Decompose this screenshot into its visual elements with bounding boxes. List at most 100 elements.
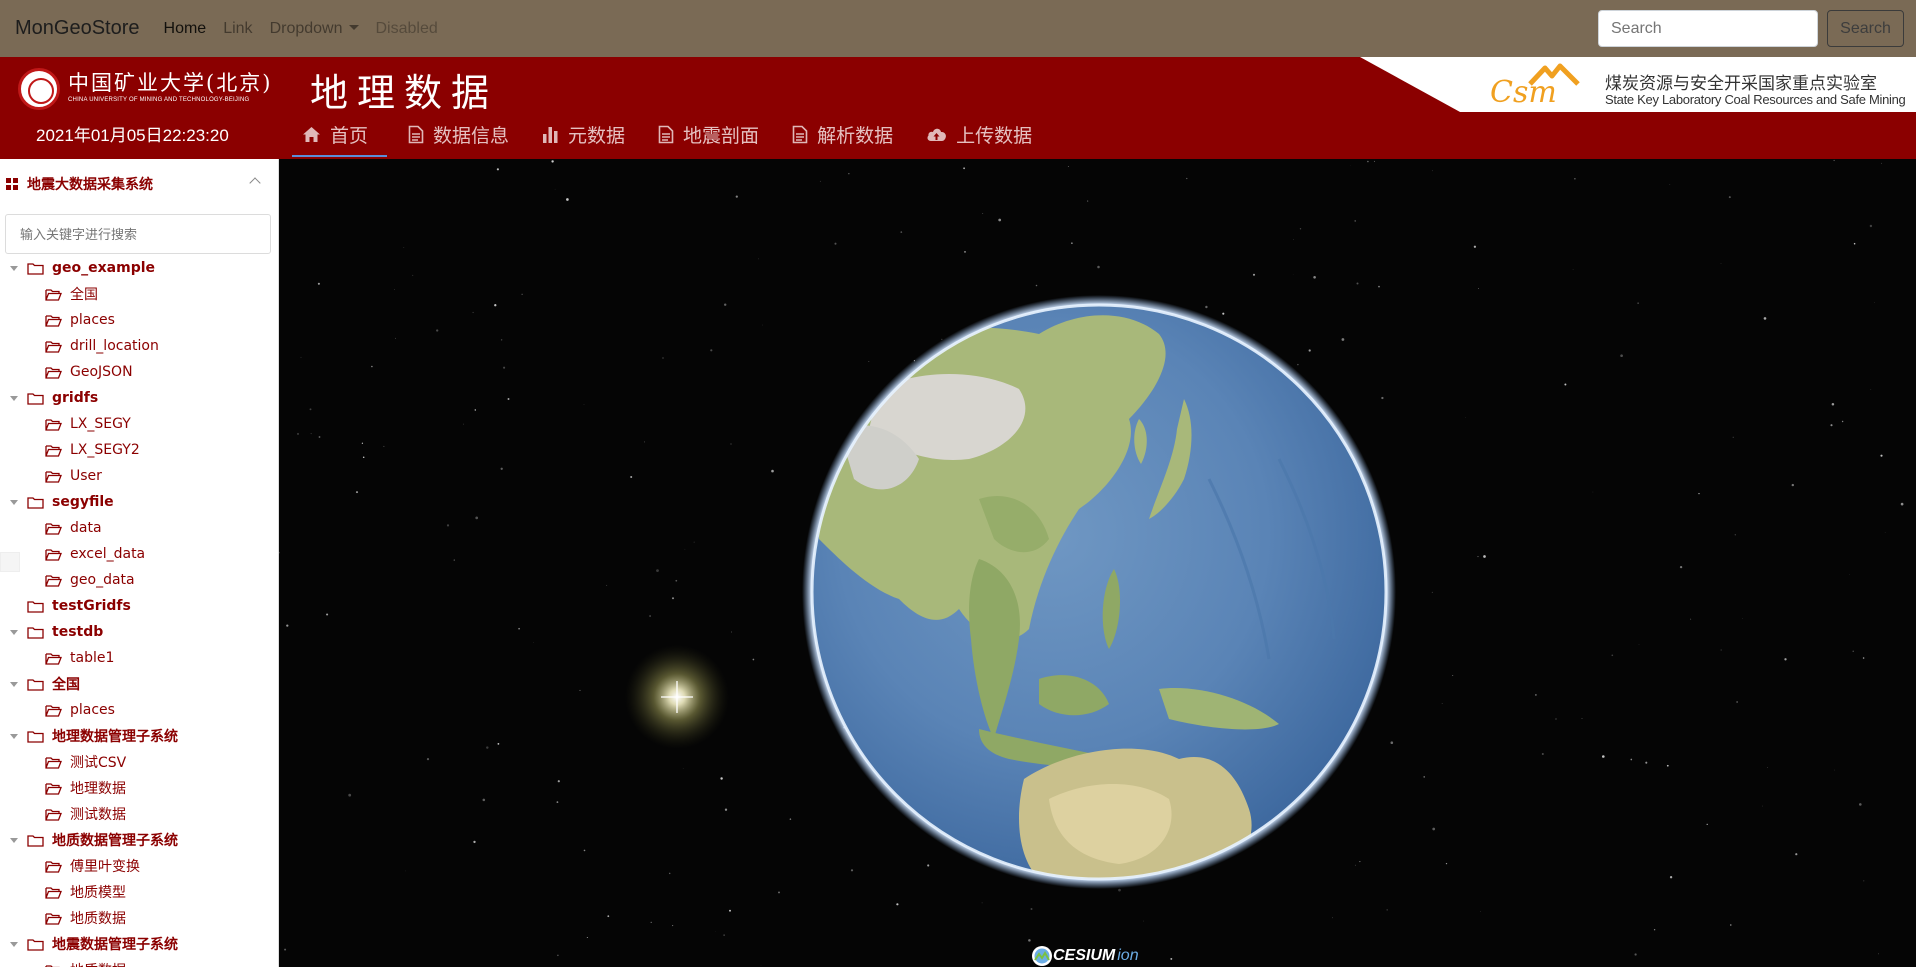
brand-logo[interactable]: MonGeoStore [15,17,140,40]
tree-node-database[interactable]: 地理数据管理子系统 [0,723,278,749]
tree-node-collection[interactable]: data [0,515,278,541]
university-emblem-icon [18,68,60,110]
tree-node-collection[interactable]: places [0,697,278,723]
tree-node-collection[interactable]: 地质模型 [0,879,278,905]
tab-metadata[interactable]: 元数据 [530,113,637,155]
folder-open-icon [45,886,62,899]
tree-node-database[interactable]: 全国 [0,671,278,697]
folder-icon [27,600,44,613]
tree-node-database[interactable]: gridfs [0,385,278,411]
tree-node-collection[interactable]: GeoJSON [0,359,278,385]
university-logo: 中国矿业大学(北京) CHINA UNIVERSITY OF MINING AN… [18,65,270,113]
caret-down-icon[interactable] [10,941,18,947]
folder-icon [27,392,44,405]
tree-node-collection[interactable]: 测试数据 [0,801,278,827]
tree-node-collection[interactable]: 地理数据 [0,775,278,801]
folder-open-icon [45,548,62,561]
nav-home-link[interactable]: Home [164,20,207,38]
lab-name-english: State Key Laboratory Coal Resources and … [1605,92,1906,107]
tree-node-collection[interactable]: drill_location [0,333,278,359]
folder-icon [27,496,44,509]
cesium-globe-viewer[interactable]: CESIUM ion [279,159,1916,967]
tab-parsed-data-label: 解析数据 [817,124,894,147]
sidebar-header[interactable]: 地震大数据采集系统 [0,159,278,209]
folder-open-icon [45,652,62,665]
tree-node-collection[interactable]: 全国 [0,281,278,307]
tree-node-label: 地质数据 [70,911,126,927]
folder-open-icon [45,756,62,769]
tree-node-database[interactable]: segyfile [0,489,278,515]
tree-node-collection[interactable]: 地质数据 [0,905,278,931]
lab-name-chinese: 煤炭资源与安全开采国家重点实验室 [1605,74,1877,94]
caret-down-icon[interactable] [10,733,18,739]
caret-down-icon[interactable] [10,681,18,687]
site-header: 中国矿业大学(北京) CHINA UNIVERSITY OF MINING AN… [0,57,1916,159]
university-subtitle: CHINA UNIVERSITY OF MINING AND TECHNOLOG… [68,97,250,103]
tree-node-label: drill_location [70,338,159,354]
tree-node-label: table1 [70,650,115,666]
tree-search-input[interactable] [5,214,271,254]
cloud-upload-icon [927,128,947,141]
caret-down-icon[interactable] [10,395,18,401]
tree-node-collection[interactable]: User [0,463,278,489]
tree-node-label: 测试数据 [70,807,126,823]
folder-open-icon [45,574,62,587]
tree-node-label: gridfs [52,390,99,406]
tree-node-collection[interactable]: geo_data [0,567,278,593]
navbar-search-input[interactable] [1598,10,1818,47]
folder-open-icon [45,522,62,535]
tree-node-label: LX_SEGY2 [70,442,140,458]
tree-node-database[interactable]: 地质数据管理子系统 [0,827,278,853]
caret-down-icon [348,24,359,30]
tab-seismic-profile[interactable]: 地震剖面 [646,113,771,155]
tab-upload-data-label: 上传数据 [956,124,1033,147]
tree-node-collection[interactable]: LX_SEGY [0,411,278,437]
tab-upload-data[interactable]: 上传数据 [914,113,1044,155]
navbar-search-button[interactable]: Search [1827,10,1904,47]
tree-node-label: LX_SEGY [70,416,131,432]
tree-node-collection[interactable]: places [0,307,278,333]
sidebar-resize-handle[interactable] [0,552,20,572]
caret-down-icon[interactable] [10,265,18,271]
document-icon [408,125,424,143]
tree-node-label: GeoJSON [70,364,133,380]
folder-icon [27,938,44,951]
folder-open-icon [45,912,62,925]
tree-node-collection[interactable]: 地质数据 [0,957,278,967]
tree-node-collection[interactable]: table1 [0,645,278,671]
tree-node-label: testdb [52,624,104,640]
nav-link-link[interactable]: Link [223,20,252,38]
cesium-brand-text: CESIUM [1053,947,1116,964]
tab-home-label: 首页 [330,124,369,147]
tab-data-info[interactable]: 数据信息 [396,113,521,155]
tree-node-database[interactable]: testGridfs [0,593,278,619]
tab-data-info-label: 数据信息 [433,124,510,147]
caret-down-icon[interactable] [10,499,18,505]
tree-node-database[interactable]: geo_example [0,255,278,281]
tree-node-database[interactable]: 地震数据管理子系统 [0,931,278,957]
cesium-ion-credit[interactable]: CESIUM ion [1031,945,1139,967]
tree-node-label: segyfile [52,494,114,510]
sidebar: 地震大数据采集系统 geo_example 全国 places drill_locat… [0,159,279,967]
tree-node-collection[interactable]: excel_data [0,541,278,567]
nav-dropdown[interactable]: Dropdown [270,20,359,38]
chevron-up-icon[interactable] [249,177,261,189]
sidebar-title: 地震大数据采集系统 [27,177,153,193]
tree-node-database[interactable]: testdb [0,619,278,645]
tree-node-label: 地质数据 [70,960,126,967]
folder-open-icon [45,470,62,483]
tree-node-label: data [70,520,102,536]
page-title: 地理数据 [310,71,499,115]
tree-node-collection[interactable]: 测试CSV [0,749,278,775]
tree-node-collection[interactable]: LX_SEGY2 [0,437,278,463]
caret-down-icon[interactable] [10,629,18,635]
tree-node-label: testGridfs [52,598,131,614]
folder-open-icon [45,288,62,301]
tree-node-collection[interactable]: 傅里叶变换 [0,853,278,879]
university-name: 中国矿业大学(北京) [68,71,273,95]
folder-open-icon [45,418,62,431]
tab-parsed-data[interactable]: 解析数据 [780,113,905,155]
folder-icon [27,262,44,275]
tab-home[interactable]: 首页 [292,113,388,157]
caret-down-icon[interactable] [10,837,18,843]
